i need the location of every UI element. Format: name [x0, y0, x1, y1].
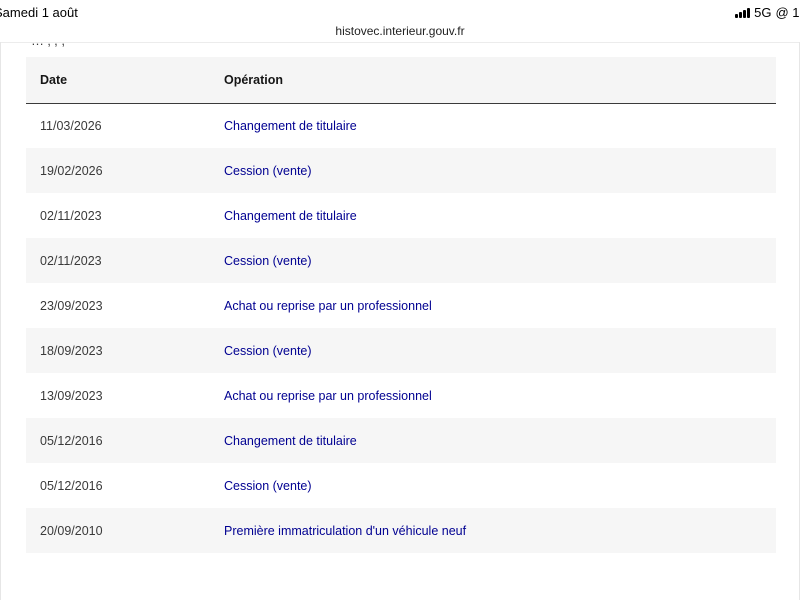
row-operation: Changement de titulaire [224, 118, 357, 133]
row-operation: Cession (vente) [224, 253, 312, 268]
row-date: 13/09/2023 [40, 388, 103, 403]
table-row: 18/09/2023 Cession (vente) [26, 328, 776, 373]
table-row: 02/11/2023 Cession (vente) [26, 238, 776, 283]
table-row: 05/12/2016 Cession (vente) [26, 463, 776, 508]
cellular-signal-icon [735, 7, 751, 18]
network-type-label: 5G [754, 5, 772, 20]
row-operation: Première immatriculation d'un véhicule n… [224, 523, 467, 538]
row-date: 23/09/2023 [40, 298, 103, 313]
table-row: 02/11/2023 Changement de titulaire [26, 193, 776, 238]
row-operation: Changement de titulaire [224, 208, 357, 223]
table-row: 23/09/2023 Achat ou reprise par un profe… [26, 283, 776, 328]
table-row: 11/03/2026 Changement de titulaire [26, 103, 776, 148]
row-date: 11/03/2026 [40, 118, 102, 133]
address-bar[interactable]: histovec.interieur.gouv.fr [0, 22, 800, 43]
url-text: histovec.interieur.gouv.fr [335, 24, 465, 38]
table-row: 19/02/2026 Cession (vente) [26, 148, 776, 193]
row-operation: Changement de titulaire [224, 433, 357, 448]
row-operation: Cession (vente) [224, 478, 312, 493]
row-date: 05/12/2016 [40, 478, 103, 493]
row-operation: Cession (vente) [224, 343, 312, 358]
table-row: 13/09/2023 Achat ou reprise par un profe… [26, 373, 776, 418]
page-content: … ‚ , , Date Opération 11/03/2026 Change… [0, 42, 800, 600]
operation-column-header: Opération [224, 57, 776, 104]
row-operation: Achat ou reprise par un professionnel [224, 298, 432, 313]
row-date: 05/12/2016 [40, 433, 103, 448]
row-date: 02/11/2023 [40, 208, 102, 223]
cut-off-text: … ‚ , , [31, 42, 65, 48]
row-date: 19/02/2026 [40, 163, 103, 178]
table-row: 05/12/2016 Changement de titulaire [26, 418, 776, 463]
status-date: Samedi 1 août [0, 5, 78, 20]
table-row: 20/09/2010 Première immatriculation d'un… [26, 508, 776, 553]
date-column-header: Date [26, 57, 224, 104]
row-operation: Achat ou reprise par un professionnel [224, 388, 432, 403]
row-date: 20/09/2010 [40, 523, 103, 538]
status-bar: Samedi 1 août 5G @ 100 [0, 0, 800, 22]
row-operation: Cession (vente) [224, 163, 312, 178]
status-extra: @ 100 [775, 5, 800, 20]
table-header-row: Date Opération [26, 57, 776, 104]
row-date: 02/11/2023 [40, 253, 102, 268]
row-date: 18/09/2023 [40, 343, 103, 358]
status-indicators: 5G @ 100 [735, 5, 800, 20]
history-table: Date Opération 11/03/2026 Changement de … [26, 57, 776, 553]
